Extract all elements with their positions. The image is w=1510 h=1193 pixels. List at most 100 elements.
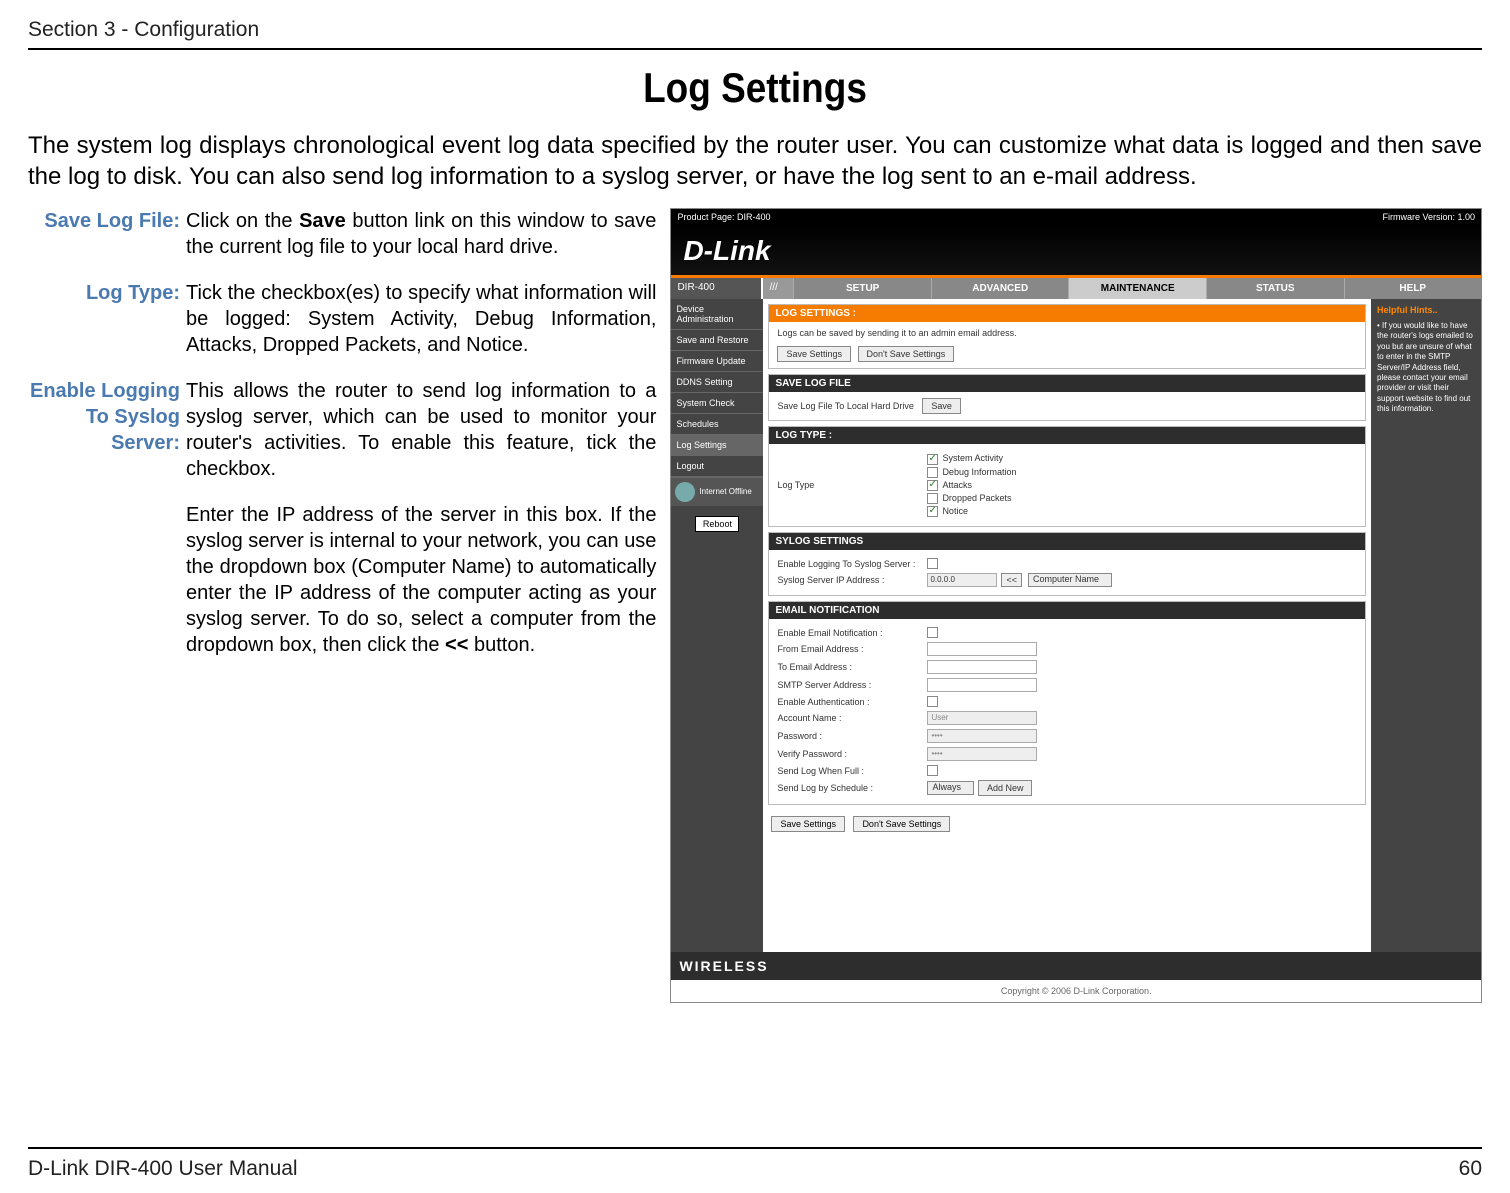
row-label: Account Name : [777, 713, 927, 723]
section-body: Enable Logging To Syslog Server : Syslog… [769, 550, 1365, 595]
tab-setup[interactable]: SETUP [793, 278, 931, 299]
row-label: Password : [777, 731, 927, 741]
text-input[interactable] [927, 642, 1037, 656]
checkbox-label: Debug Information [942, 467, 1016, 477]
row-label: From Email Address : [777, 644, 927, 654]
top-rule [28, 48, 1482, 50]
firmware-version-label: Firmware Version: 1.00 [1382, 212, 1475, 222]
text-input[interactable] [927, 660, 1037, 674]
save-log-row-label: Save Log File To Local Hard Drive [777, 401, 913, 411]
checkbox[interactable] [927, 493, 938, 504]
def-label: Enable Logging To Syslog Server: [28, 378, 186, 678]
section-log-settings: LOG SETTINGS : Logs can be saved by send… [768, 304, 1366, 369]
sidebar-item[interactable]: Firmware Update [671, 351, 763, 372]
row-label: Send Log When Full : [777, 766, 927, 776]
text-input[interactable] [927, 678, 1037, 692]
row-label: Enable Email Notification : [777, 628, 927, 638]
checkbox-label: Attacks [942, 480, 972, 490]
tab-help[interactable]: HELP [1344, 278, 1482, 299]
add-new-button[interactable]: Add New [978, 780, 1033, 796]
sidebar-item[interactable]: Log Settings [671, 435, 763, 456]
section-head: LOG SETTINGS : [769, 305, 1365, 322]
section-log-type: LOG TYPE : Log Type System Activity Debug… [768, 426, 1366, 527]
def-syslog: Enable Logging To Syslog Server: This al… [28, 378, 656, 678]
section-head: LOG TYPE : [769, 427, 1365, 444]
page-footer: D-Link DIR-400 User Manual 60 [28, 1157, 1482, 1181]
sidebar-item[interactable]: DDNS Setting [671, 372, 763, 393]
section-body: Save Log File To Local Hard Drive Save [769, 392, 1365, 420]
text-input[interactable]: •••• [927, 747, 1037, 761]
text: Enter the IP address of the server in th… [186, 504, 656, 656]
sidebar: Device AdministrationSave and RestoreFir… [671, 299, 763, 952]
checkbox-label: Notice [942, 506, 968, 516]
save-settings-button[interactable]: Save Settings [777, 346, 851, 362]
globe-icon [675, 482, 695, 502]
tab-maintenance[interactable]: MAINTENANCE [1068, 278, 1206, 299]
section-head: EMAIL NOTIFICATION [769, 602, 1365, 619]
brand-band: D-Link [671, 225, 1481, 275]
form-row: SMTP Server Address : [777, 676, 1357, 694]
bold-save: Save [299, 210, 346, 232]
main-tabs: SETUPADVANCEDMAINTENANCESTATUSHELP [793, 278, 1481, 299]
save-button[interactable]: Save [922, 398, 961, 414]
device-label: DIR-400 [671, 278, 763, 299]
section-body: Logs can be saved by sending it to an ad… [769, 322, 1365, 368]
row-label: Enable Logging To Syslog Server : [777, 559, 927, 569]
sidebar-item[interactable]: Save and Restore [671, 330, 763, 351]
bold-ltlt: << [445, 634, 468, 656]
internet-status: Internet Offline [671, 477, 763, 506]
product-page-label: Product Page: DIR-400 [677, 212, 770, 222]
text-input[interactable]: User [927, 711, 1037, 725]
section-email: EMAIL NOTIFICATION Enable Email Notifica… [768, 601, 1366, 805]
tab-advanced[interactable]: ADVANCED [931, 278, 1069, 299]
text: Click on the [186, 210, 299, 232]
computer-name-select[interactable]: Computer Name [1028, 573, 1112, 587]
checkbox[interactable] [927, 454, 938, 465]
definitions-column: Save Log File: Click on the Save button … [28, 208, 656, 698]
checkbox-label: System Activity [942, 453, 1003, 463]
sidebar-item[interactable]: System Check [671, 393, 763, 414]
form-row: To Email Address : [777, 658, 1357, 676]
syslog-ip-input[interactable]: 0.0.0.0 [927, 573, 997, 587]
copy-ip-button[interactable]: << [1001, 573, 1022, 587]
text: button. [468, 634, 535, 656]
checkbox[interactable] [927, 558, 938, 569]
section-header: Section 3 - Configuration [28, 18, 1482, 42]
save-settings-button[interactable]: Save Settings [771, 816, 845, 832]
checkbox[interactable] [927, 627, 938, 638]
tab-status[interactable]: STATUS [1206, 278, 1344, 299]
sidebar-item[interactable]: Device Administration [671, 299, 763, 330]
sidebar-item[interactable]: Schedules [671, 414, 763, 435]
schedule-select[interactable]: Always [927, 781, 974, 795]
row-label: Enable Authentication : [777, 697, 927, 707]
section-save-log-file: SAVE LOG FILE Save Log File To Local Har… [768, 374, 1366, 421]
bottom-buttons: Save Settings Don't Save Settings [763, 810, 1371, 842]
log-settings-desc: Logs can be saved by sending it to an ad… [777, 328, 1357, 338]
log-type-row: Log Type System Activity Debug Informatio… [777, 450, 1357, 520]
checkbox[interactable] [927, 467, 938, 478]
def-body: Tick the checkbox(es) to specify what in… [186, 280, 656, 358]
form-row: Verify Password :•••• [777, 745, 1357, 763]
form-row: Send Log by Schedule :AlwaysAdd New [777, 778, 1357, 798]
reboot-button[interactable]: Reboot [695, 516, 739, 532]
hints-title: Helpful Hints.. [1377, 305, 1475, 317]
checkbox[interactable] [927, 696, 938, 707]
para: This allows the router to send log infor… [186, 378, 656, 482]
form-row: From Email Address : [777, 640, 1357, 658]
bottom-rule [28, 1147, 1482, 1149]
dont-save-settings-button[interactable]: Don't Save Settings [853, 816, 950, 832]
sidebar-filler [671, 532, 763, 952]
dont-save-settings-button[interactable]: Don't Save Settings [858, 346, 955, 362]
sidebar-item[interactable]: Logout [671, 456, 763, 477]
internet-label: Internet Offline [699, 488, 751, 497]
checkbox[interactable] [927, 506, 938, 517]
row-label: Syslog Server IP Address : [777, 575, 927, 585]
text-input[interactable]: •••• [927, 729, 1037, 743]
row-label: To Email Address : [777, 662, 927, 672]
checkbox[interactable] [927, 480, 938, 491]
checkbox[interactable] [927, 765, 938, 776]
section-body: Enable Email Notification : From Email Ad… [769, 619, 1365, 804]
def-label: Save Log File: [28, 208, 186, 260]
intro-paragraph: The system log displays chronological ev… [28, 130, 1482, 192]
log-type-label: Log Type [777, 480, 927, 490]
